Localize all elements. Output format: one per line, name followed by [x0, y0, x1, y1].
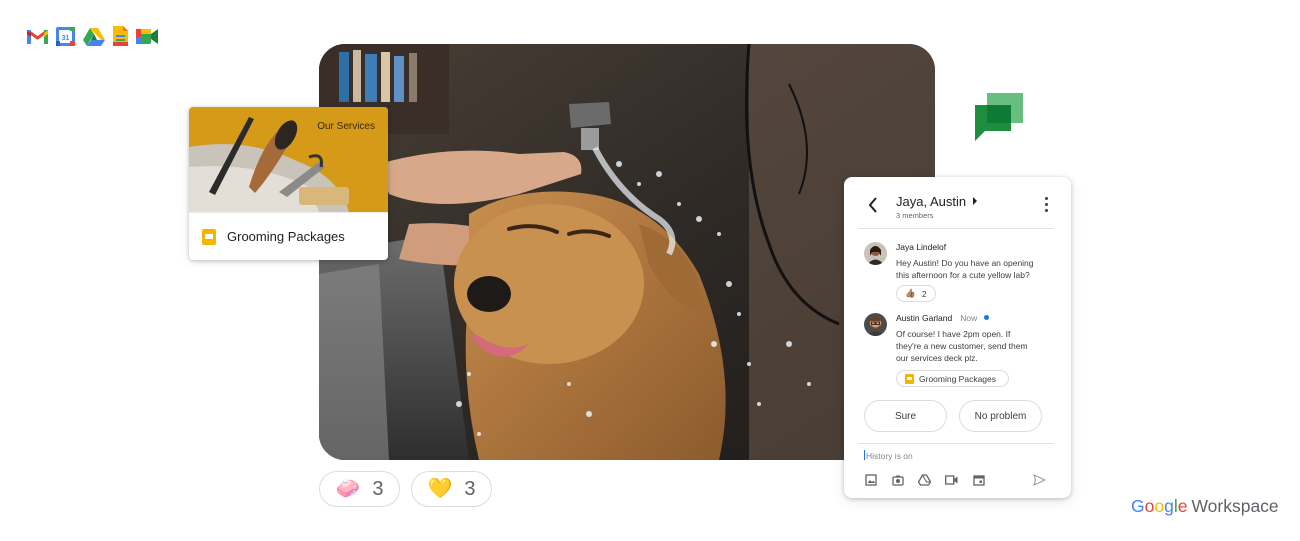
send-button[interactable] [1033, 473, 1046, 491]
attachment-chip[interactable]: Grooming Packages [896, 370, 1009, 387]
logo-letter: e [1177, 496, 1188, 516]
reaction-count: 2 [921, 288, 927, 299]
author-name: Jaya Lindelof [896, 242, 947, 252]
quick-reply-sure[interactable]: Sure [864, 400, 947, 432]
dot-icon [1044, 202, 1048, 206]
avatar[interactable] [864, 313, 887, 336]
thumbs-up-emoji-icon: 👍🏽 [905, 288, 916, 298]
author-name: Austin Garland [896, 313, 953, 323]
chat-title[interactable]: Jaya, Austin [896, 194, 966, 209]
message-text: Hey Austin! Do you have an opening this … [896, 258, 1034, 280]
send-icon [1033, 474, 1046, 486]
attachment-name: Grooming Packages [919, 373, 997, 384]
compose-toolbar [864, 473, 985, 486]
chat-panel: Jaya, Austin 3 members Jaya Lindelof Hey… [844, 177, 1071, 498]
slide-thumbnail-title: Our Services [317, 121, 375, 132]
message-author: Jaya Lindelof [896, 242, 946, 252]
dot-icon [1044, 208, 1048, 212]
slide-thumbnail: Our Services [189, 107, 388, 212]
docs-icon [113, 26, 128, 46]
google-chat-logo-icon [975, 93, 1023, 141]
yellow-heart-emoji-icon: 💛 [427, 478, 453, 500]
slides-icon [905, 373, 914, 384]
reaction-chip-soap[interactable]: 🧼 3 [319, 471, 400, 507]
google-apps-strip: 31 [27, 26, 158, 46]
slides-file-card[interactable]: Our Services Grooming Packages [189, 107, 388, 260]
soap-emoji-icon: 🧼 [335, 478, 361, 500]
reaction-chip-heart[interactable]: 💛 3 [411, 471, 492, 507]
slides-file-name: Grooming Packages [227, 229, 345, 244]
meet-icon [136, 28, 158, 44]
logo-letter: o [1154, 496, 1165, 516]
image-icon[interactable] [864, 473, 877, 486]
chat-header: Jaya, Austin 3 members [844, 177, 1071, 229]
drive-icon [83, 27, 105, 46]
logo-letter: g [1164, 496, 1174, 516]
logo-letter: o [1144, 496, 1155, 516]
camera-icon[interactable] [891, 473, 904, 486]
product-name: Workspace [1191, 496, 1279, 516]
message-input[interactable]: History is on [864, 450, 913, 461]
message-text: Of course! I have 2pm open. If they're a… [896, 329, 1028, 363]
quick-reply-no-problem[interactable]: No problem [959, 400, 1042, 432]
dot-icon [1044, 196, 1048, 200]
message-author: Austin Garland Now [896, 313, 990, 323]
compose-divider [858, 443, 1054, 444]
back-button[interactable] [864, 194, 882, 216]
compose-placeholder: History is on [866, 451, 913, 461]
text-cursor [864, 450, 865, 460]
caret-right-icon[interactable] [973, 197, 977, 205]
video-icon[interactable] [945, 473, 958, 486]
avatar[interactable] [864, 242, 887, 265]
message-reaction-chip[interactable]: 👍🏽 2 [896, 285, 936, 302]
calendar-date: 31 [62, 35, 70, 42]
dog-bath-photo [319, 44, 935, 460]
gmail-icon [27, 29, 48, 44]
header-divider [858, 228, 1054, 229]
slides-file-footer: Grooming Packages [189, 212, 388, 260]
calendar-icon[interactable] [972, 473, 985, 486]
calendar-icon: 31 [56, 26, 75, 46]
google-workspace-logo: Google Workspace [1131, 496, 1279, 517]
chevron-left-icon [868, 197, 877, 213]
reaction-count: 3 [372, 477, 384, 500]
logo-letter: G [1131, 496, 1145, 516]
chat-member-count: 3 members [896, 211, 934, 220]
more-options-button[interactable] [1040, 195, 1052, 213]
message-time: Now [960, 313, 978, 323]
presence-dot-icon [984, 315, 990, 320]
reaction-count: 3 [464, 477, 476, 500]
drive-icon[interactable] [918, 473, 931, 486]
slides-icon [202, 228, 216, 245]
